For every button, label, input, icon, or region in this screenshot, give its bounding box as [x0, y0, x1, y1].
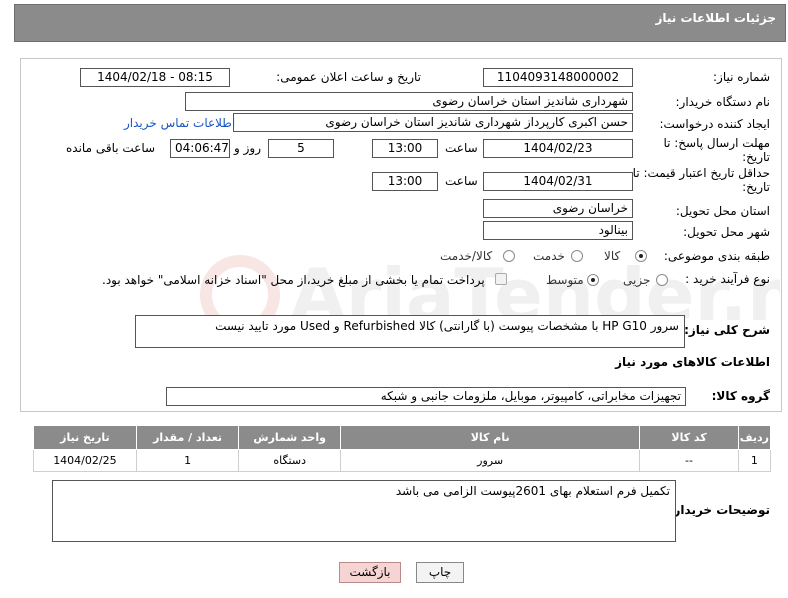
buyer-org-field: شهرداری شاندیز استان خراسان رضوی	[185, 92, 633, 111]
need-number-field: 1104093148000002	[483, 68, 633, 87]
col-header-item-name: نام کالا	[339, 425, 641, 450]
buyer-notes-field: تکمیل فرم استعلام بهای 2601پیوست الزامی …	[52, 480, 676, 542]
process-medium-radio[interactable]	[587, 274, 599, 286]
col-header-quantity: تعداد / مقدار	[135, 425, 240, 450]
announce-field: 1404/02/18 - 08:15	[80, 68, 230, 87]
validity-date-field: 1404/02/31	[483, 172, 633, 191]
category-service-label: خدمت	[533, 249, 565, 263]
print-button[interactable]: چاپ	[416, 562, 464, 583]
creator-label: ایجاد کننده درخواست:	[659, 117, 770, 131]
buyer-org-label: نام دستگاه خریدار:	[675, 95, 771, 109]
days-field: 5	[268, 139, 334, 158]
buyer-notes-label: توضیحات خریدار:	[668, 503, 770, 517]
validity-time-field: 13:00	[372, 172, 438, 191]
province-label: استان محل تحویل:	[675, 204, 770, 218]
buyer-notes-text: تکمیل فرم استعلام بهای 2601پیوست الزامی …	[395, 484, 670, 498]
table-row: 1 -- سرور دستگاه 1 1404/02/25	[33, 449, 772, 472]
category-goods-radio[interactable]	[635, 250, 647, 262]
category-service-radio[interactable]	[571, 250, 583, 262]
remaining-time-field: 04:06:47	[170, 139, 230, 158]
cell-quantity: 1	[135, 449, 240, 472]
province-field: خراسان رضوی	[483, 199, 633, 218]
process-label: نوع فرآیند خرید :	[685, 272, 770, 286]
col-header-item-code: کد کالا	[639, 425, 739, 450]
creator-field: حسن اکبری کارپرداز شهرداری شاندیز استان …	[233, 113, 633, 132]
summary-field: سرور HP G10 با مشخصات پیوست (با گارانتی)…	[135, 315, 685, 348]
category-both-radio[interactable]	[503, 250, 515, 262]
cell-item-code: --	[639, 449, 739, 472]
summary-text: سرور HP G10 با مشخصات پیوست (با گارانتی)…	[215, 319, 679, 333]
table-header-row: ردیف کد کالا نام کالا واحد شمارش تعداد /…	[33, 425, 772, 450]
remaining-label: ساعت باقی مانده	[66, 141, 156, 155]
col-header-unit: واحد شمارش	[238, 425, 341, 450]
cell-need-date: 1404/02/25	[33, 449, 137, 472]
announce-label: تاریخ و ساعت اعلان عمومی:	[276, 70, 421, 84]
items-table: ردیف کد کالا نام کالا واحد شمارش تعداد /…	[33, 425, 772, 472]
cell-item-name: سرور	[339, 449, 641, 472]
goods-group-label: گروه کالا:	[711, 389, 770, 403]
city-field: بینالود	[483, 221, 633, 240]
validity-time-label: ساعت	[445, 174, 478, 188]
summary-label: شرح کلی نیاز:	[684, 323, 770, 337]
deadline-label: مهلت ارسال پاسخ: تا تاریخ:	[663, 136, 770, 164]
validity-label: حداقل تاریخ اعتبار قیمت: تا تاریخ:	[632, 166, 770, 194]
process-minor-radio[interactable]	[656, 274, 668, 286]
need-number-label: شماره نیاز:	[713, 70, 770, 84]
process-medium-label: متوسط	[546, 273, 584, 287]
buyer-contact-link[interactable]: اطلاعات تماس خریدار	[124, 116, 235, 130]
days-label: روز و	[234, 141, 261, 155]
cell-row-number: 1	[737, 449, 772, 472]
category-both-label: کالا/خدمت	[440, 249, 493, 263]
deadline-time-label: ساعت	[445, 141, 478, 155]
col-header-need-date: تاریخ نیاز	[33, 425, 137, 450]
process-minor-label: جزیی	[623, 273, 651, 287]
page-title: جزئیات اطلاعات نیاز	[655, 11, 776, 25]
treasury-payment-checkbox[interactable]	[495, 273, 507, 285]
city-label: شهر محل تحویل:	[683, 225, 770, 239]
goods-info-title: اطلاعات کالاهای مورد نیاز	[615, 355, 770, 369]
category-goods-label: کالا	[604, 249, 621, 263]
treasury-payment-note: پرداخت تمام یا بخشی از مبلغ خرید،از محل …	[102, 273, 485, 287]
goods-group-field: تجهیزات مخابراتی، کامپیوتر، موبایل، ملزو…	[166, 387, 686, 406]
back-button[interactable]: بازگشت	[339, 562, 401, 583]
deadline-time-field: 13:00	[372, 139, 438, 158]
col-header-row-number: ردیف	[737, 425, 772, 450]
category-label: طبقه بندی موضوعی:	[663, 249, 770, 263]
deadline-date-field: 1404/02/23	[483, 139, 633, 158]
cell-unit: دستگاه	[238, 449, 341, 472]
